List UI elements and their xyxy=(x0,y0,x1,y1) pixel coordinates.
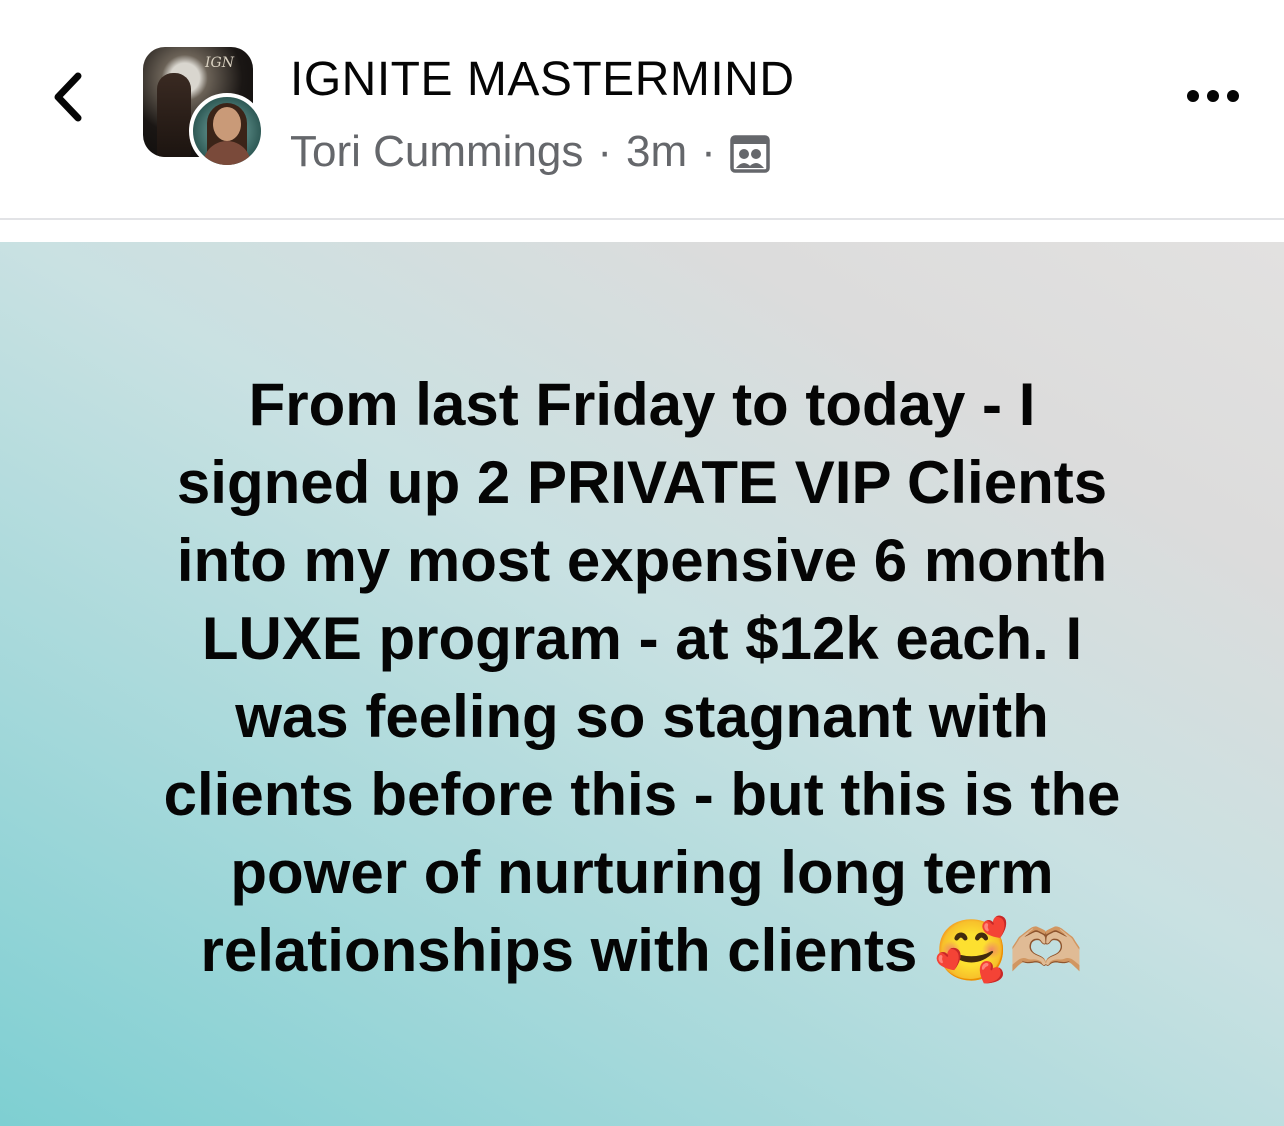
meta-separator: · xyxy=(701,127,716,176)
group-members-icon xyxy=(730,135,770,173)
post-body[interactable]: From last Friday to today - I signed up … xyxy=(0,242,1284,1126)
group-avatar-figure xyxy=(157,73,191,157)
avatar-group[interactable]: IGN xyxy=(143,47,268,172)
author-avatar[interactable] xyxy=(189,93,265,169)
back-button[interactable] xyxy=(40,62,100,132)
author-avatar-face xyxy=(213,107,241,141)
meta-separator: · xyxy=(597,127,613,176)
group-avatar-text: IGN xyxy=(205,55,234,71)
more-options-button[interactable] xyxy=(1180,78,1250,114)
post-text: From last Friday to today - I signed up … xyxy=(163,371,1121,984)
post-timestamp[interactable]: 3m xyxy=(626,127,687,177)
more-horizontal-icon xyxy=(1187,90,1239,102)
group-name[interactable]: IGNITE MASTERMIND xyxy=(290,52,795,107)
chevron-left-icon xyxy=(54,72,82,122)
post-meta: Tori Cummings · 3m · xyxy=(290,124,770,180)
author-name[interactable]: Tori Cummings xyxy=(290,127,583,177)
post-header: IGN IGNITE MASTERMIND Tori Cummings · 3m… xyxy=(0,0,1284,220)
